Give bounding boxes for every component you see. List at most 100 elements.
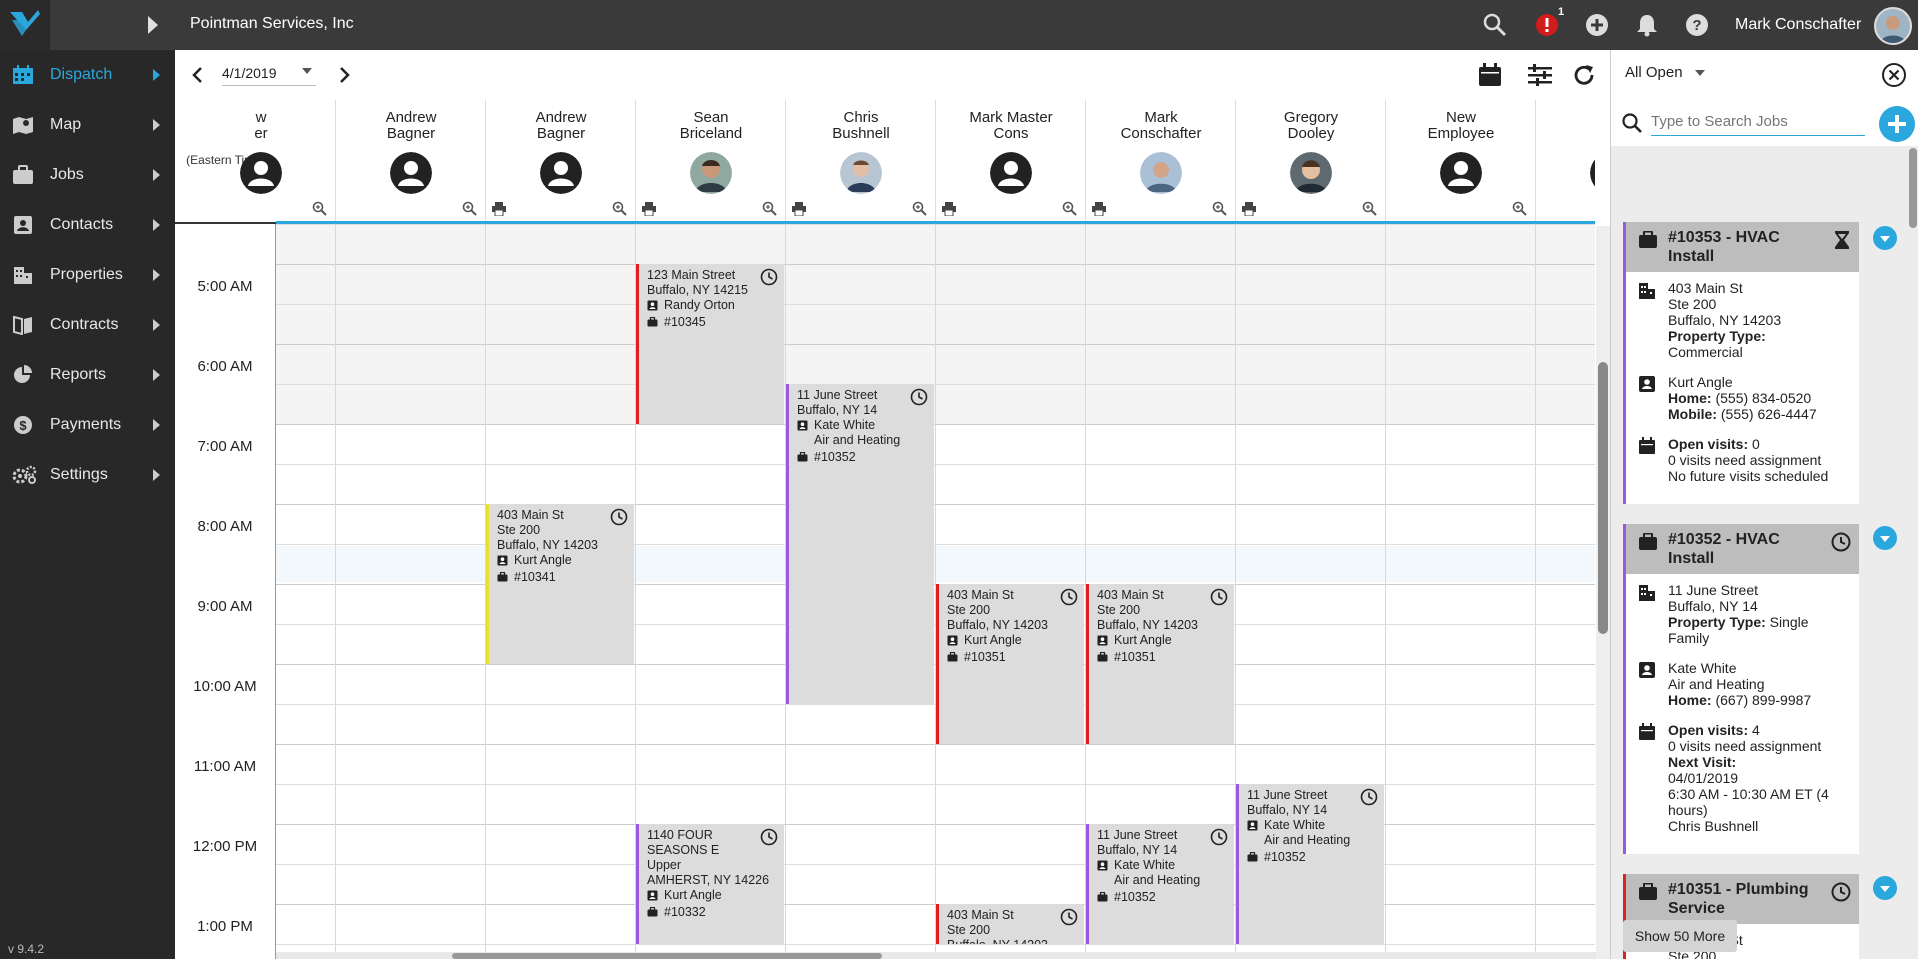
calendar-event[interactable]: 11 June Street Buffalo, NY 14 Kate White Ai… — [1086, 824, 1234, 944]
event-contact: Kate White — [1097, 858, 1234, 873]
sidebar-item-payments[interactable]: $ Payments — [0, 400, 175, 450]
technician-first-name: Mark — [1144, 109, 1178, 126]
calendar-event[interactable]: 403 Main St Ste 200 Buffalo, NY 14203 Kurt … — [1086, 584, 1234, 744]
sidebar-item-contracts[interactable]: Contracts — [0, 300, 175, 350]
print-icon[interactable] — [642, 202, 656, 216]
contact-card-icon — [797, 420, 808, 431]
calendar-vertical-scrollbar[interactable] — [1596, 226, 1610, 959]
print-icon[interactable] — [792, 202, 806, 216]
event-contact: Air and Heating — [797, 433, 934, 448]
event-address-line: Buffalo, NY 14203 — [947, 618, 1049, 632]
phone-number[interactable]: (555) 626-4447 — [1721, 406, 1817, 422]
prev-day-button[interactable] — [189, 66, 207, 84]
calendar-event[interactable]: 403 Main St Ste 200 Buffalo, NY 14203 Kurt … — [486, 504, 634, 664]
notifications-button[interactable] — [1634, 12, 1660, 38]
calendar-horizontal-scrollbar[interactable] — [276, 952, 1596, 959]
scrollbar-thumb[interactable] — [1598, 362, 1608, 634]
zoom-icon[interactable] — [1512, 201, 1527, 216]
print-icon[interactable] — [1092, 202, 1106, 216]
add-new-button[interactable] — [1584, 12, 1610, 38]
date-value: 4/1/2019 — [222, 65, 277, 81]
calendar-event[interactable]: 1140 FOUR SEASONS E Upper AMHERST, NY 14226… — [636, 824, 784, 944]
technician-first-name: Gregory — [1283, 109, 1339, 126]
sidebar-item-map[interactable]: Map — [0, 100, 175, 150]
event-job-number: #10351 — [1114, 650, 1156, 664]
job-filter-select[interactable]: All Open — [1625, 64, 1705, 81]
add-job-button[interactable] — [1879, 106, 1915, 142]
job-card[interactable]: #10353 - HVAC Install 403 Main St Ste 20… — [1623, 222, 1859, 504]
time-label: 9:00 AM — [197, 598, 253, 615]
job-card[interactable]: #10352 - HVAC Install 11 June Street Buf… — [1623, 524, 1859, 854]
expand-job-button[interactable] — [1873, 876, 1897, 900]
sidebar-item-dispatch[interactable]: Dispatch — [0, 50, 175, 100]
phone-number[interactable]: (555) 834-0520 — [1715, 390, 1811, 406]
zoom-icon[interactable] — [462, 201, 477, 216]
sidebar-item-settings[interactable]: Settings — [0, 450, 175, 500]
calendar-event[interactable]: 123 Main Street Buffalo, NY 14215 Randy Or… — [636, 264, 784, 424]
event-contact: Kate White — [1247, 818, 1384, 833]
user-name[interactable]: Mark Conschafter — [1735, 16, 1861, 34]
expand-job-button[interactable] — [1873, 226, 1897, 250]
alerts-button[interactable]: 1 — [1534, 6, 1564, 38]
calendar-grid[interactable]: 123 Main Street Buffalo, NY 14215 Randy Or… — [276, 224, 1595, 959]
zoom-icon[interactable] — [312, 201, 327, 216]
search-button[interactable] — [1482, 12, 1508, 38]
contact-name: Kate White — [1668, 660, 1737, 676]
calendar-view-button[interactable] — [1477, 62, 1503, 88]
calendar-event[interactable]: 11 June Street Buffalo, NY 14 Kate White Ai… — [786, 384, 934, 704]
next-day-button[interactable] — [335, 66, 353, 84]
filter-sliders-button[interactable] — [1527, 62, 1553, 88]
zoom-icon[interactable] — [612, 201, 627, 216]
job-search-input[interactable] — [1651, 108, 1865, 136]
event-job: #10352 — [1097, 890, 1234, 905]
zoom-icon[interactable] — [1062, 201, 1077, 216]
user-avatar[interactable] — [1874, 7, 1912, 45]
sidebar-item-label: Jobs — [50, 166, 84, 183]
sidebar-item-contacts[interactable]: Contacts — [0, 200, 175, 250]
print-icon[interactable] — [942, 202, 956, 216]
briefcase-icon — [1247, 852, 1258, 862]
panel-scrollbar-thumb[interactable] — [1909, 148, 1917, 228]
job-list[interactable]: #10353 - HVAC Install 403 Main St Ste 20… — [1611, 170, 1918, 959]
sidebar-item-jobs[interactable]: Jobs — [0, 150, 175, 200]
calendar-event[interactable]: 403 Main StSte 200Buffalo, NY 14203 — [936, 904, 1084, 944]
zoom-icon[interactable] — [1362, 201, 1377, 216]
event-contact: Air and Heating — [1247, 833, 1384, 848]
address-line: Ste 200 — [1668, 296, 1717, 312]
refresh-button[interactable] — [1571, 62, 1597, 88]
scrollbar-thumb[interactable] — [452, 953, 882, 959]
job-card-title[interactable]: #10353 - HVAC Install — [1626, 222, 1859, 272]
next-visit-label: Next Visit: — [1668, 754, 1737, 770]
phone-number[interactable]: (667) 899-9987 — [1715, 692, 1811, 708]
job-card-title[interactable]: #10351 - Plumbing Service — [1626, 874, 1859, 924]
sidebar-item-properties[interactable]: Properties — [0, 250, 175, 300]
print-icon[interactable] — [1242, 202, 1256, 216]
job-card-title[interactable]: #10352 - HVAC Install — [1626, 524, 1859, 574]
technician-first-name: Andrew — [385, 109, 437, 126]
expand-job-button[interactable] — [1873, 526, 1897, 550]
date-picker[interactable]: 4/1/2019 — [222, 62, 316, 86]
building-icon — [14, 267, 32, 284]
svg-text:$: $ — [19, 418, 27, 433]
zoom-icon[interactable] — [1212, 201, 1227, 216]
close-panel-button[interactable] — [1881, 62, 1907, 88]
sidebar-item-reports[interactable]: Reports — [0, 350, 175, 400]
calendar-event[interactable]: 403 Main St Ste 200 Buffalo, NY 14203 Kurt … — [936, 584, 1084, 744]
top-bar: Pointman Services, Inc 1 ? Mark Conschaf… — [0, 0, 1918, 50]
plus-circle-icon — [1586, 14, 1608, 36]
sidebar-item-label: Settings — [50, 466, 108, 483]
help-button[interactable]: ? — [1684, 12, 1710, 38]
person-icon — [990, 152, 1032, 194]
technician-photo — [690, 152, 732, 194]
zoom-icon[interactable] — [762, 201, 777, 216]
calendar-event[interactable]: 11 June Street Buffalo, NY 14 Kate White Ai… — [1236, 784, 1384, 944]
briefcase-icon — [647, 907, 658, 917]
zoom-icon[interactable] — [912, 201, 927, 216]
show-more-button[interactable]: Show 50 More — [1623, 920, 1737, 952]
event-job-number: #10341 — [514, 570, 556, 584]
print-icon[interactable] — [492, 202, 506, 216]
sidebar-toggle-button[interactable] — [140, 13, 164, 37]
next-visit-date: 04/01/2019 — [1668, 770, 1739, 786]
event-contact-text: Kurt Angle — [664, 888, 722, 902]
app-logo[interactable] — [0, 0, 50, 50]
